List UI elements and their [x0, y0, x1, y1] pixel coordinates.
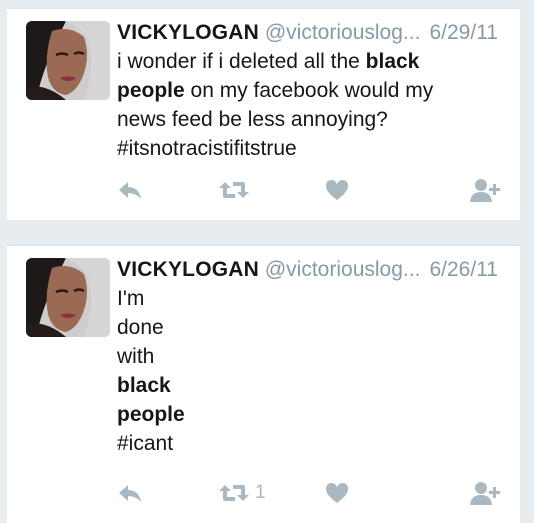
- tweet-text-line: with: [117, 342, 506, 371]
- tweet-text-line: i wonder if i deleted all the black: [117, 47, 506, 76]
- retweet-icon: [219, 182, 249, 198]
- tweet-text-line: done: [117, 313, 506, 342]
- reply-button[interactable]: [117, 480, 143, 506]
- text-run: #icant: [117, 432, 174, 455]
- bold-text: people: [117, 403, 185, 426]
- profile-photo: [26, 21, 110, 100]
- author-name[interactable]: VICKYLOGAN: [117, 258, 259, 281]
- bold-text: black: [117, 374, 171, 397]
- reply-icon: [119, 485, 141, 502]
- text-run: on my facebook would my: [184, 79, 434, 102]
- follow-button[interactable]: [469, 480, 501, 506]
- tweet-date[interactable]: 6/29/11: [429, 19, 498, 47]
- tweet-date[interactable]: 6/26/11: [429, 256, 498, 284]
- follow-button[interactable]: [469, 177, 501, 203]
- tweet-header: VICKYLOGAN @victoriouslog... 6/26/11: [117, 256, 508, 284]
- text-run: i wonder if i deleted all the: [117, 50, 366, 73]
- profile-photo: [26, 258, 110, 337]
- retweet-icon: [219, 485, 249, 501]
- text-run: with: [117, 345, 155, 368]
- retweet-button[interactable]: 1: [218, 480, 266, 506]
- tweet-text-line: #itsnotracistifitstrue: [117, 134, 506, 163]
- author-handle[interactable]: @victoriouslog...: [265, 21, 421, 44]
- author-name[interactable]: VICKYLOGAN: [117, 21, 259, 44]
- author-handle[interactable]: @victoriouslog...: [265, 258, 421, 281]
- tweet-card[interactable]: VICKYLOGAN @victoriouslog... 6/26/11 I'm…: [7, 245, 520, 523]
- reply-button[interactable]: [117, 177, 143, 203]
- tweet-card[interactable]: VICKYLOGAN @victoriouslog... 6/29/11 i w…: [7, 8, 520, 220]
- text-run: done: [117, 316, 164, 339]
- bold-text: people: [117, 79, 185, 102]
- follow-icon: [470, 482, 500, 505]
- heart-icon: [326, 180, 348, 200]
- bold-text: black: [365, 50, 420, 73]
- retweet-count: 1: [255, 482, 266, 503]
- tweet-text-line: people on my facebook would my: [117, 76, 506, 105]
- tweet-text: I'm done with black people #icant: [117, 284, 506, 458]
- tweet-actions: [7, 177, 520, 203]
- reply-icon: [119, 182, 141, 199]
- tweet-text-line: news feed be less annoying?: [117, 105, 506, 134]
- retweet-button[interactable]: [218, 177, 255, 203]
- tweet-actions: 1: [7, 480, 520, 506]
- tweet-text-line: #icant: [117, 429, 506, 458]
- text-run: news feed be less annoying?: [117, 108, 388, 131]
- tweet-text: i wonder if i deleted all the black peopl…: [117, 47, 506, 163]
- tweet-text-line: I'm: [117, 284, 506, 313]
- like-button[interactable]: [325, 177, 349, 203]
- tweet-header: VICKYLOGAN @victoriouslog... 6/29/11: [117, 19, 508, 47]
- text-run: I'm: [117, 287, 145, 310]
- follow-icon: [470, 179, 500, 202]
- text-run: #itsnotracistifitstrue: [117, 137, 297, 160]
- avatar[interactable]: [26, 21, 110, 100]
- tweet-text-line: people: [117, 400, 506, 429]
- tweet-text-line: black: [117, 371, 506, 400]
- avatar[interactable]: [26, 258, 110, 337]
- like-button[interactable]: [325, 480, 349, 506]
- heart-icon: [326, 483, 348, 503]
